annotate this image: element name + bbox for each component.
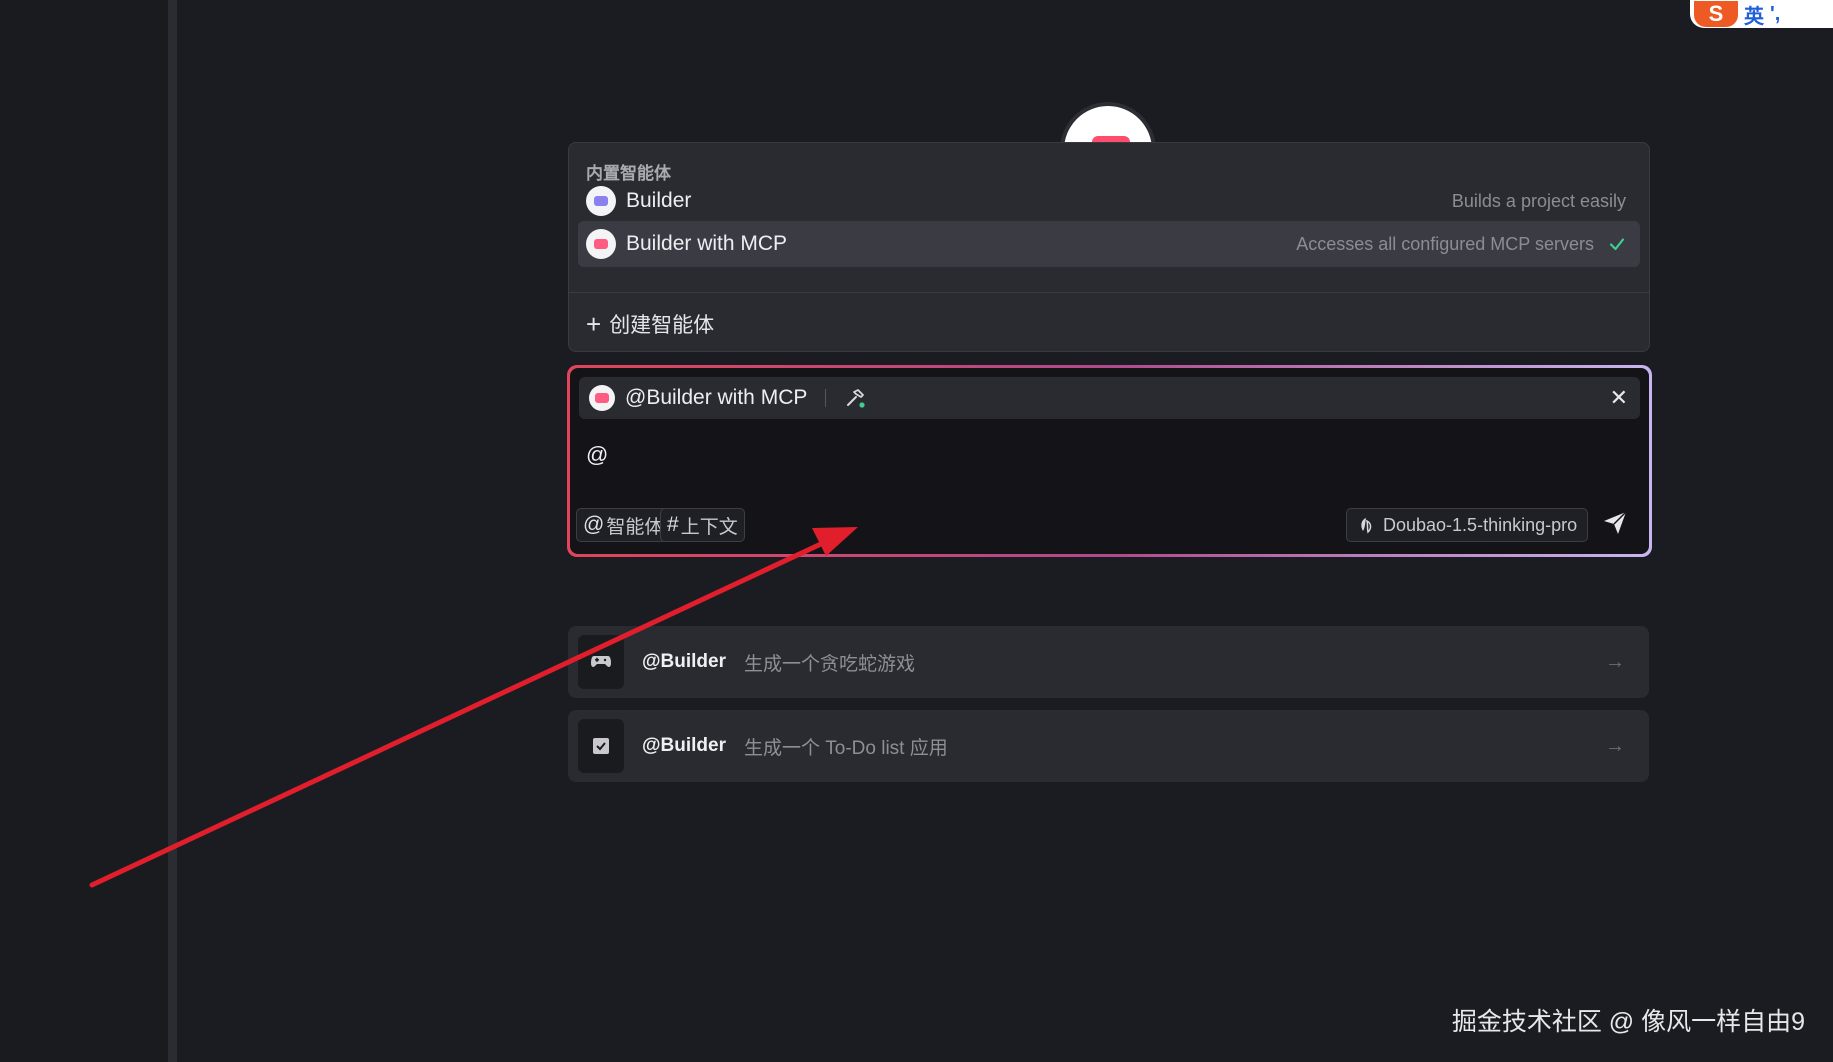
arrow-right-icon: → bbox=[1605, 650, 1625, 673]
menu-item-builder-with-mcp[interactable]: Builder with MCP Accesses all configured… bbox=[578, 221, 1640, 267]
app-window: S 英 ', 内置智能体 Builder Builds a project ea… bbox=[0, 0, 1833, 1062]
add-context-button[interactable]: # 上下文 bbox=[660, 508, 745, 542]
at-icon: @ bbox=[583, 513, 605, 536]
suggestion-todo-app[interactable]: @Builder 生成一个 To-Do list 应用 → bbox=[568, 710, 1649, 782]
send-icon bbox=[1604, 511, 1627, 534]
suggestion-text: 生成一个贪吃蛇游戏 bbox=[743, 653, 915, 675]
suggestion-text: 生成一个 To-Do list 应用 bbox=[743, 737, 948, 759]
arrow-right-icon: → bbox=[1605, 734, 1625, 757]
remove-agent-close-icon[interactable]: ✕ bbox=[1610, 385, 1628, 411]
menu-item-description: Accesses all configured MCP servers bbox=[1296, 233, 1594, 254]
check-icon bbox=[1609, 238, 1625, 251]
hammer-tool-icon[interactable] bbox=[844, 387, 866, 409]
mention-agent-button[interactable]: @ 智能体 bbox=[576, 508, 671, 542]
checkbox-icon bbox=[578, 719, 624, 773]
menu-divider bbox=[569, 292, 1649, 293]
agent-dropdown-menu: 内置智能体 Builder Builds a project easily Bu… bbox=[568, 142, 1650, 352]
chat-text-input[interactable]: @ bbox=[586, 442, 608, 468]
suggestion-agent: @Builder bbox=[642, 651, 726, 672]
agent-chip-avatar-icon bbox=[589, 385, 615, 411]
watermark: 掘金技术社区 @ 像风一样自由9 bbox=[1451, 1008, 1805, 1036]
selected-agent-chip: @Builder with MCP ✕ bbox=[579, 377, 1640, 419]
builder-mcp-avatar-icon bbox=[586, 229, 616, 259]
ime-status-badge[interactable]: S 英 ', bbox=[1690, 0, 1833, 28]
builder-avatar-icon bbox=[586, 186, 616, 216]
chip-separator bbox=[825, 389, 827, 407]
left-sidebar bbox=[0, 0, 168, 1062]
suggestion-snake-game[interactable]: @Builder 生成一个贪吃蛇游戏 → bbox=[568, 626, 1649, 698]
create-agent-label: 创建智能体 bbox=[609, 314, 715, 337]
menu-item-name: Builder bbox=[626, 189, 692, 212]
menu-item-name: Builder with MCP bbox=[626, 232, 788, 255]
hash-icon: # bbox=[667, 513, 679, 536]
doubao-model-icon bbox=[1361, 518, 1372, 534]
create-agent-button[interactable]: + 创建智能体 bbox=[586, 309, 714, 339]
plus-icon: + bbox=[586, 309, 602, 339]
selected-agent-name: @Builder with MCP bbox=[625, 386, 808, 409]
sidebar-divider[interactable] bbox=[168, 0, 177, 1062]
sogou-ime-icon: S bbox=[1694, 1, 1738, 27]
add-context-label: 上下文 bbox=[680, 516, 738, 538]
ime-punct: ', bbox=[1770, 2, 1781, 25]
menu-item-builder[interactable]: Builder Builds a project easily bbox=[578, 178, 1640, 224]
mention-agent-label: 智能体 bbox=[606, 516, 664, 538]
suggestion-agent: @Builder bbox=[642, 735, 726, 756]
gamepad-icon bbox=[578, 635, 624, 689]
menu-item-description: Builds a project easily bbox=[1451, 190, 1626, 211]
model-name: Doubao-1.5-thinking-pro bbox=[1383, 514, 1578, 535]
model-selector[interactable]: Doubao-1.5-thinking-pro bbox=[1346, 508, 1589, 542]
ime-mode: 英 bbox=[1744, 5, 1764, 28]
chat-input-box[interactable]: @Builder with MCP ✕ @ @ 智能体 # 上下文 Doubao… bbox=[567, 365, 1652, 557]
send-button[interactable] bbox=[1598, 506, 1632, 540]
